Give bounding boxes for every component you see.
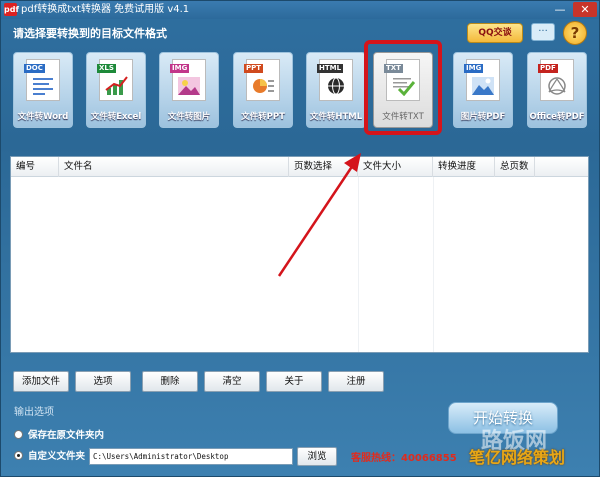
about-button[interactable]: 关于 [266,371,322,392]
service-hotline: 客服热线：40066855 [351,453,457,464]
save-original-radio[interactable] [14,430,23,439]
custom-folder-radio[interactable] [14,451,23,460]
output-path-input[interactable]: C:\Users\Administrator\Desktop [89,448,293,465]
save-original-option[interactable]: 保存在原文件夹内 [14,429,104,443]
custom-folder-label: 自定义文件夹 [28,451,86,462]
output-options-title: 输出选项 [14,407,54,418]
browse-button[interactable]: 浏览 [297,447,337,466]
save-original-label: 保存在原文件夹内 [28,430,105,441]
custom-folder-option[interactable]: 自定义文件夹 [14,450,85,464]
app-window: pdf pdf转换成txt转换器 免费试用版 v4.1 — ✕ 请选择要转换到的… [0,0,600,477]
delete-button[interactable]: 删除 [142,371,198,392]
clear-button[interactable]: 清空 [204,371,260,392]
register-button[interactable]: 注册 [328,371,384,392]
options-button[interactable]: 选项 [75,371,131,392]
add-file-button[interactable]: 添加文件 [13,371,69,392]
watermark-text: 笔亿网络策划 [469,448,566,467]
